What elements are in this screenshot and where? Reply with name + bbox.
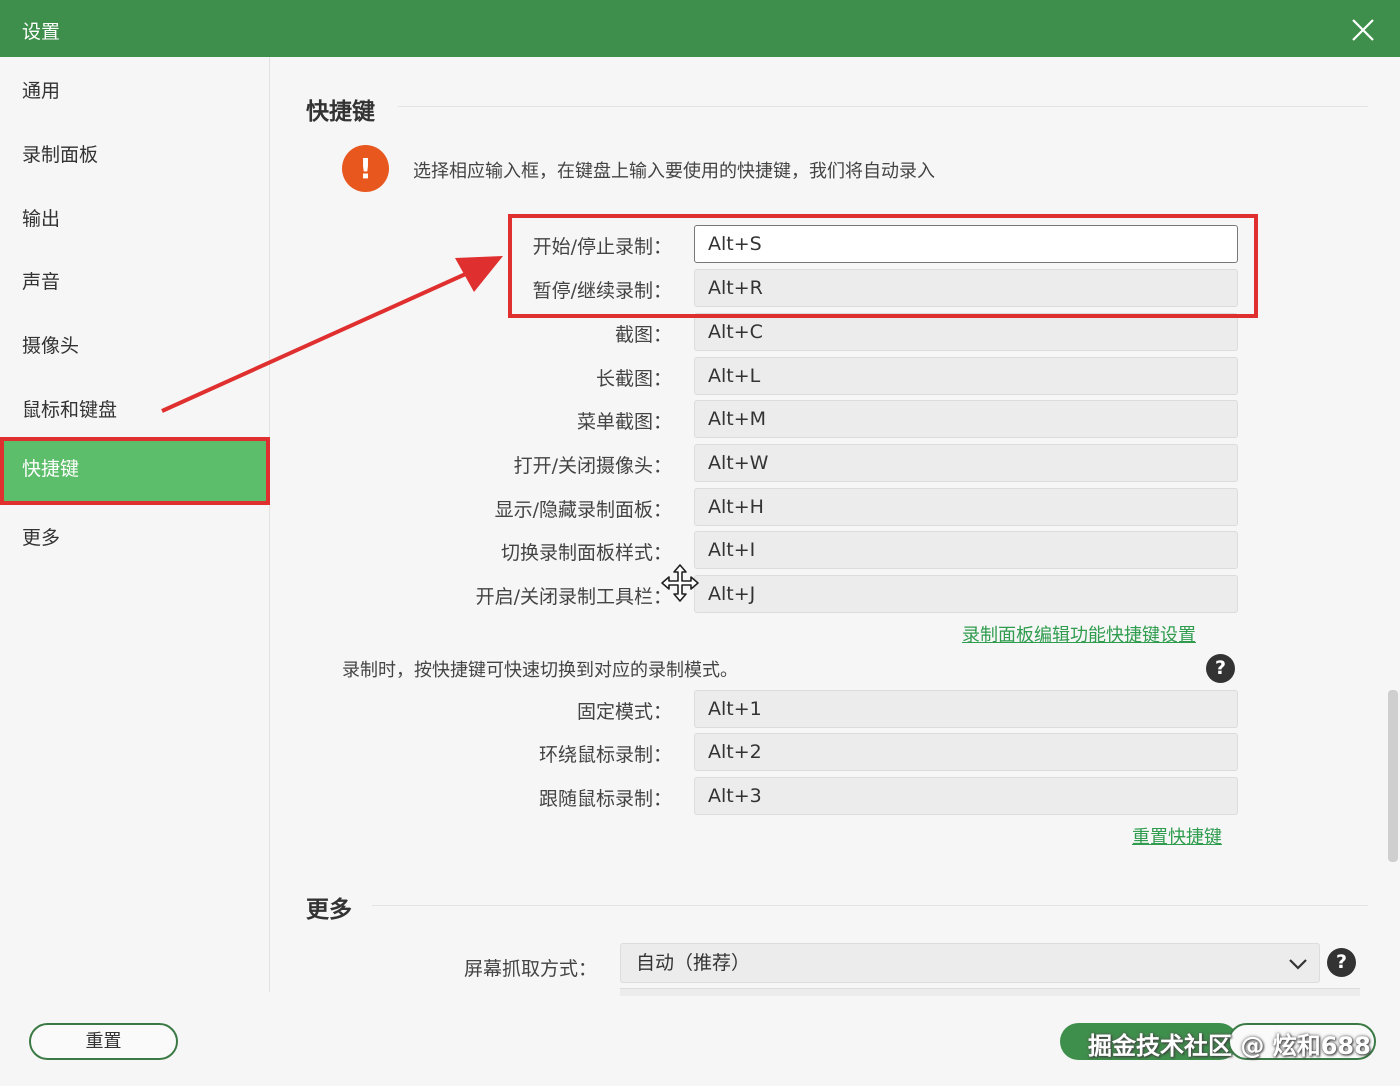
mode-label: 固定模式： [576,701,672,723]
hotkey-input-follow-mouse[interactable]: Alt+3 [694,777,1238,815]
capture-method-label: 屏幕抓取方式： [464,958,598,980]
watermark: 掘金技术社区 @ 炫和688 [1088,1032,1371,1060]
sidebar: 通用 录制面板 输出 声音 摄像头 鼠标和键盘 快捷键 更多 [0,57,270,992]
sidebar-item-recording-panel[interactable]: 录制面板 [0,123,270,187]
hotkey-row: 切换录制面板样式： Alt+I [300,531,1240,569]
section-divider [372,905,1368,906]
hotkey-row: 开启/关闭录制工具栏： Alt+J [300,575,1240,613]
hotkey-label: 开启/关闭录制工具栏： [475,586,672,608]
scrollbar-thumb[interactable] [1388,690,1398,862]
sidebar-item-sound[interactable]: 声音 [0,250,270,314]
capture-method-select[interactable]: 自动（推荐） [620,943,1320,983]
hotkey-input-menu-screenshot[interactable]: Alt+M [694,400,1238,438]
hotkey-row: 菜单截图： Alt+M [300,400,1240,438]
hotkey-input-toggle-camera[interactable]: Alt+W [694,444,1238,482]
next-field-partial [620,988,1360,996]
hotkey-input-around-mouse[interactable]: Alt+2 [694,733,1238,771]
mode-row: 环绕鼠标录制： Alt+2 [300,733,1240,771]
reset-hotkeys-link[interactable]: 重置快捷键 [1132,823,1222,849]
sidebar-item-general[interactable]: 通用 [0,59,270,123]
window-title: 设置 [22,21,61,43]
move-cursor-icon [661,564,699,602]
sidebar-item-camera[interactable]: 摄像头 [0,314,270,378]
panel-edit-hotkeys-link[interactable]: 录制面板编辑功能快捷键设置 [962,621,1196,647]
help-icon[interactable]: ? [1206,654,1235,683]
title-bar: 设置 [0,0,1400,57]
more-section-title: 更多 [306,897,352,923]
annotation-highlight-box [508,214,1258,318]
hotkey-label: 打开/关闭摄像头： [513,455,672,477]
hotkeys-section-title: 快捷键 [306,99,375,125]
hotkey-label: 截图： [614,324,672,346]
hotkey-input-toggle-panel[interactable]: Alt+H [694,488,1238,526]
hotkey-label: 长截图： [595,368,672,390]
hotkey-row: 长截图： Alt+L [300,357,1240,395]
chevron-down-icon [1289,959,1307,970]
hotkey-label: 切换录制面板样式： [500,542,672,564]
mode-row: 固定模式： Alt+1 [300,690,1240,728]
hotkey-row: 截图： Alt+C [300,313,1240,351]
sidebar-item-mouse-keyboard[interactable]: 鼠标和键盘 [0,378,270,442]
hotkey-input-toggle-toolbar[interactable]: Alt+J [694,575,1238,613]
hotkeys-info-text: 选择相应输入框，在键盘上输入要使用的快捷键，我们将自动录入 [413,161,935,182]
sidebar-item-hotkeys[interactable]: 快捷键 [0,437,270,505]
reset-button[interactable]: 重置 [29,1023,178,1060]
hotkey-input-long-screenshot[interactable]: Alt+L [694,357,1238,395]
mode-row: 跟随鼠标录制： Alt+3 [300,777,1240,815]
hotkey-input-switch-panel-style[interactable]: Alt+I [694,531,1238,569]
hotkey-row: 打开/关闭摄像头： Alt+W [300,444,1240,482]
warning-icon: ! [342,145,389,192]
mode-description: 录制时，按快捷键可快速切换到对应的录制模式。 [342,660,738,681]
section-divider [398,106,1368,107]
help-icon[interactable]: ? [1327,948,1356,977]
hotkey-input-screenshot[interactable]: Alt+C [694,313,1238,351]
close-icon[interactable] [1345,12,1381,48]
capture-method-value: 自动（推荐） [636,952,751,974]
mode-label: 环绕鼠标录制： [538,744,672,766]
hotkey-label: 显示/隐藏录制面板： [494,499,672,521]
hotkey-label: 菜单截图： [576,411,672,433]
sidebar-item-output[interactable]: 输出 [0,187,270,251]
hotkey-input-fixed-mode[interactable]: Alt+1 [694,690,1238,728]
mode-label: 跟随鼠标录制： [538,788,672,810]
sidebar-item-more[interactable]: 更多 [0,506,270,570]
hotkey-row: 显示/隐藏录制面板： Alt+H [300,488,1240,526]
